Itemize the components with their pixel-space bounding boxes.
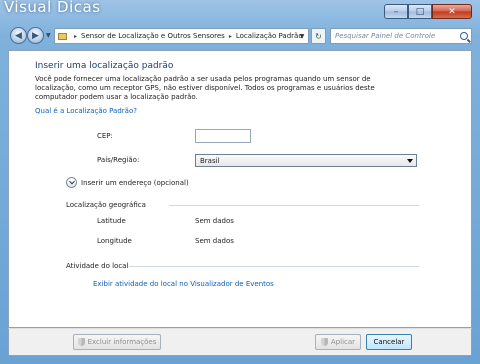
geo-section-title: Localização geográfica <box>66 201 146 209</box>
cancel-button[interactable]: Cancelar <box>366 334 412 350</box>
forward-button[interactable]: ▶ <box>27 27 44 44</box>
address-bar[interactable]: ▸ Sensor de Localização e Outros Sensore… <box>54 28 309 44</box>
clear-info-label: Excluir informações <box>87 338 157 346</box>
page-title: Inserir uma localização padrão <box>35 61 174 71</box>
clear-info-button[interactable]: Excluir informações <box>73 334 161 350</box>
main-content: Inserir uma localização padrão Você pode… <box>8 50 472 328</box>
navigation-bar: ◀ ▶ ▼ ▸ Sensor de Localização e Outros S… <box>10 27 472 45</box>
breadcrumb-sensors[interactable]: Sensor de Localização e Outros Sensores <box>81 32 225 40</box>
page-description: Você pode fornecer uma localização padrã… <box>35 75 375 101</box>
activity-section-title: Atividade do local <box>66 262 129 270</box>
event-viewer-link[interactable]: Exibir atividade do local no Visualizado… <box>93 280 274 288</box>
expand-address-button[interactable] <box>66 177 77 188</box>
apply-button[interactable]: Aplicar <box>315 334 361 350</box>
uac-shield-icon <box>77 338 85 346</box>
latitude-label: Latitude <box>97 217 126 225</box>
cep-label: CEP: <box>97 132 113 140</box>
country-label: País/Região: <box>97 156 140 164</box>
breadcrumb-default-location[interactable]: Localização Padrão <box>236 32 303 40</box>
back-button[interactable]: ◀ <box>10 27 27 44</box>
cep-field[interactable] <box>195 129 251 143</box>
uac-shield-icon <box>320 338 328 346</box>
breadcrumb-separator-icon[interactable]: ▸ <box>74 33 77 40</box>
watermark-text: Visual Dicas <box>4 0 101 16</box>
latitude-value: Sem dados <box>195 217 234 225</box>
breadcrumb-separator-icon[interactable]: ▸ <box>229 33 232 40</box>
refresh-button[interactable]: ↻ <box>311 28 326 44</box>
divider <box>169 205 419 206</box>
apply-label: Aplicar <box>330 338 356 346</box>
close-button[interactable]: ✕ <box>432 4 472 19</box>
search-input[interactable]: Pesquisar Painel de Controle <box>330 28 472 44</box>
longitude-value: Sem dados <box>195 237 234 245</box>
action-bar: Excluir informações Aplicar Cancelar <box>8 328 472 356</box>
expand-address-label[interactable]: Inserir um endereço (opcional) <box>81 179 189 187</box>
recent-pages-dropdown[interactable]: ▼ <box>46 32 51 39</box>
longitude-label: Longitude <box>97 237 132 245</box>
help-link[interactable]: Qual é a Localização Padrão? <box>35 107 137 115</box>
search-placeholder: Pesquisar Painel de Controle <box>335 32 436 40</box>
address-dropdown-icon[interactable]: ▼ <box>296 29 308 43</box>
control-panel-icon <box>58 32 67 40</box>
window-caption-buttons: – □ ✕ <box>384 4 472 19</box>
country-select[interactable]: Brasil <box>195 154 417 167</box>
maximize-button[interactable]: □ <box>408 4 432 19</box>
minimize-button[interactable]: – <box>384 4 408 19</box>
country-selected-value: Brasil <box>200 156 220 165</box>
search-icon[interactable] <box>460 32 468 40</box>
chevron-down-icon <box>407 159 413 163</box>
divider <box>129 266 419 267</box>
